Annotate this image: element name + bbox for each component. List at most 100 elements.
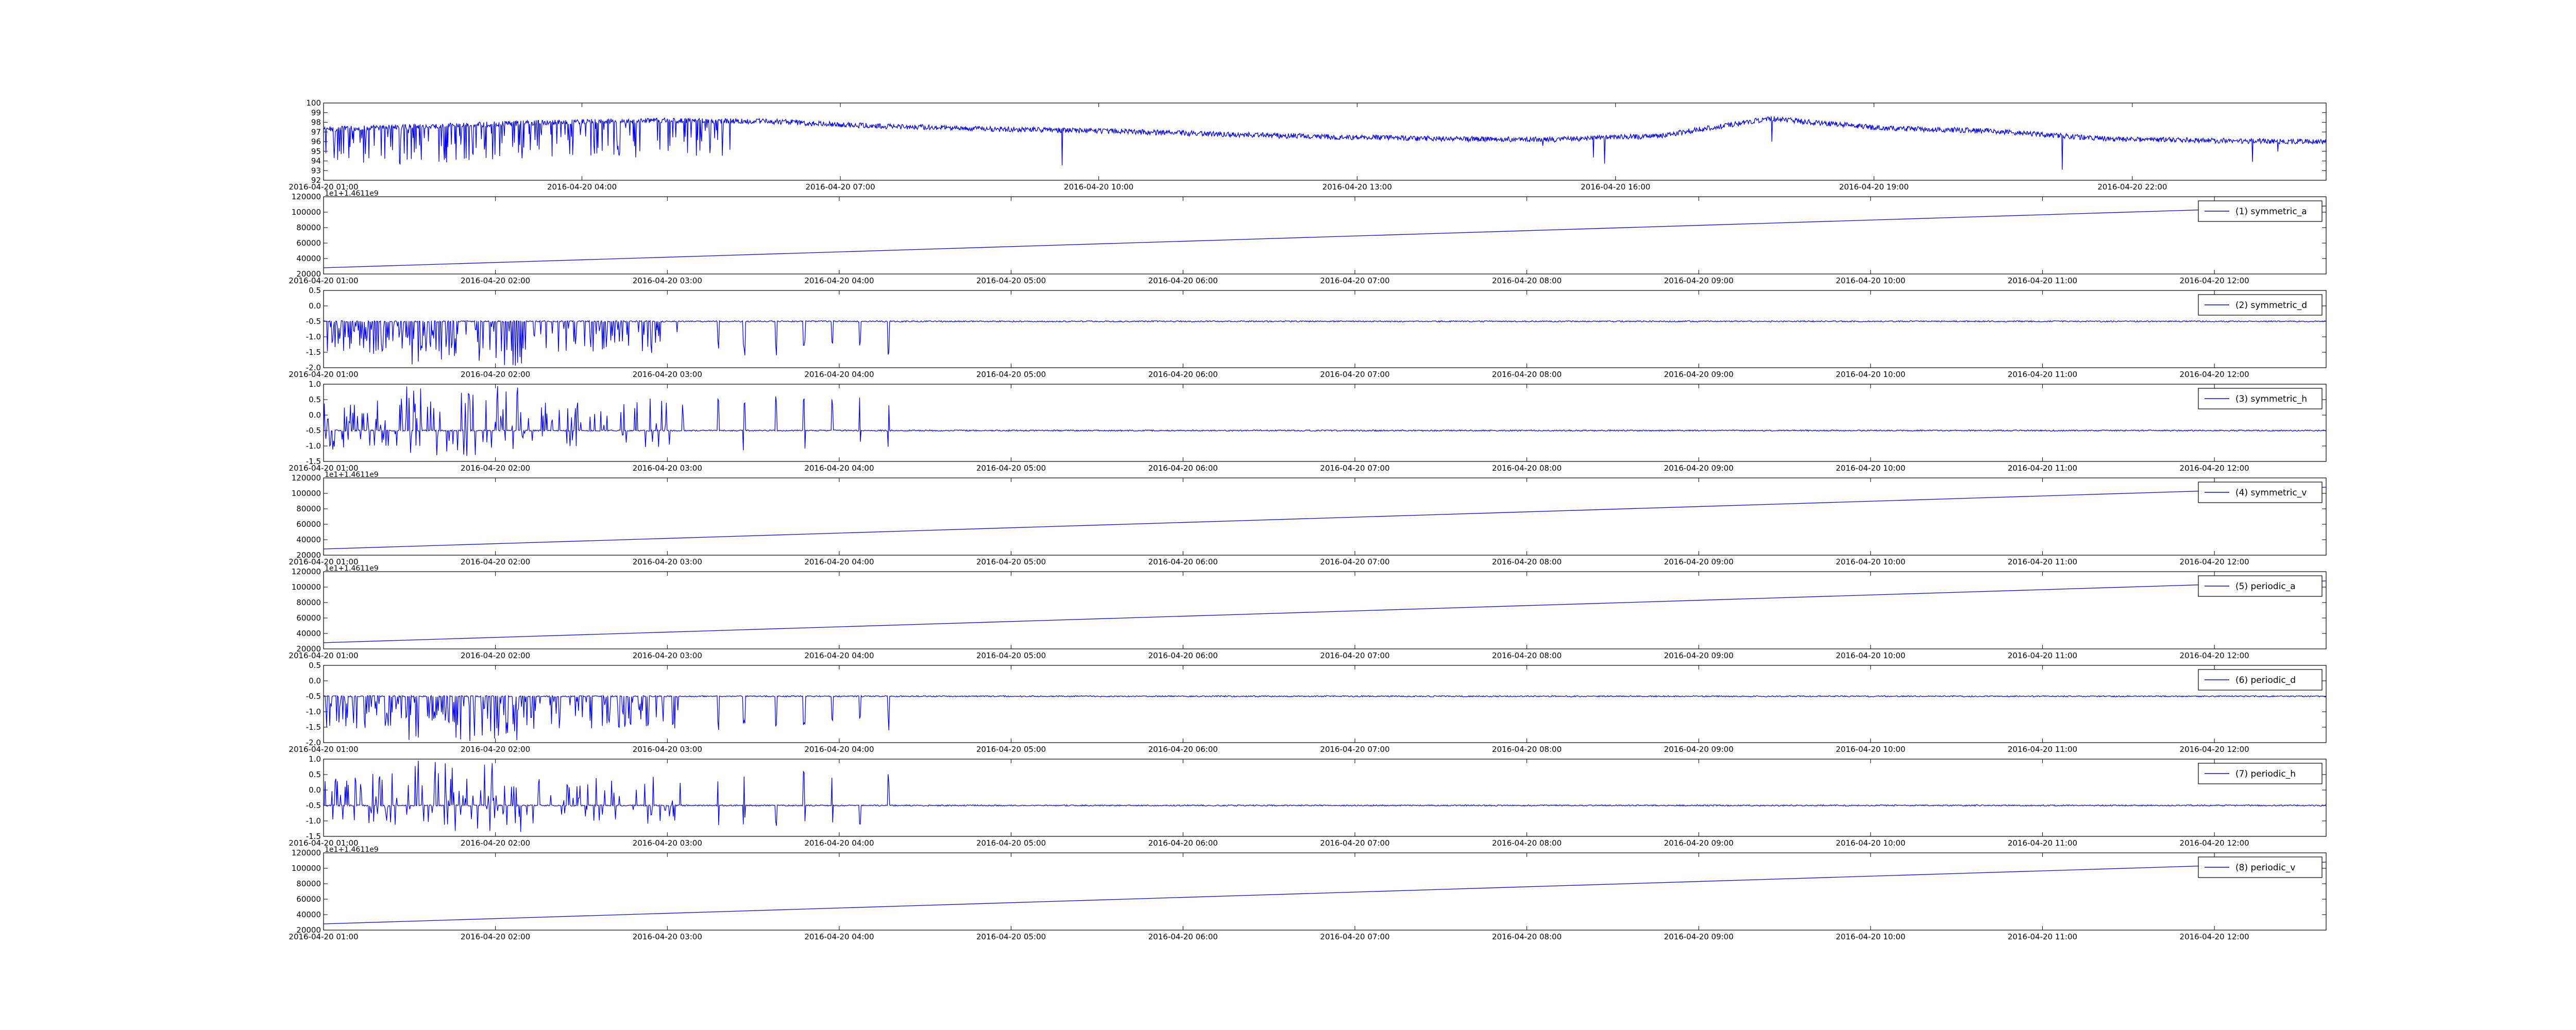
y-tick-label: 60000 — [296, 895, 321, 904]
chart-panel-8: -1.5-1.0-0.50.00.51.02016-04-20 01:00 201… — [289, 754, 2327, 848]
x-tick-label: 2016-04-20 09:00 — [1664, 557, 1734, 566]
y-tick-label: -1.0 — [306, 816, 321, 826]
y-tick-label: 1.0 — [309, 754, 321, 764]
y-tick-label: 98 — [311, 118, 321, 127]
chart-panel-7: -2.0-1.5-1.0-0.50.00.52016-04-20 01:00 20… — [289, 661, 2327, 754]
x-tick-label: 2016-04-20 12:00 — [2180, 370, 2249, 379]
x-tick-label: 2016-04-20 02:00 — [461, 370, 530, 379]
y-tick-label: 80000 — [296, 598, 321, 607]
x-tick-label: 2016-04-20 04:00 — [804, 932, 874, 941]
y-tick-label: 40000 — [296, 254, 321, 263]
x-tick-label: 2016-04-20 05:00 — [976, 557, 1046, 566]
legend-label: (2) symmetric_d — [2235, 300, 2307, 311]
x-tick-label: 2016-04-20 06:00 — [1148, 838, 1218, 848]
y-tick-label: -1.0 — [306, 332, 321, 341]
y-tick-label: -0.5 — [306, 692, 321, 701]
y-tick-label: 100 — [306, 98, 321, 108]
x-tick-label: 2016-04-20 03:00 — [633, 838, 702, 848]
y-tick-label: -1.5 — [306, 723, 321, 732]
chart-panel-2: 200004000060000800001000001200002016-04-… — [289, 190, 2327, 285]
plot-frame — [323, 852, 2327, 931]
y-tick-label: 97 — [311, 127, 321, 136]
x-tick-label: 2016-04-20 11:00 — [2008, 745, 2077, 754]
x-tick-label: 2016-04-20 07:00 — [1320, 932, 1389, 941]
x-tick-label: 2016-04-20 11:00 — [2008, 838, 2077, 848]
x-tick-label: 2016-04-20 08:00 — [1492, 370, 1562, 379]
x-tick-label: 2016-04-20 04:00 — [804, 370, 874, 379]
y-tick-label: 100000 — [292, 864, 321, 873]
y-tick-label: 0.0 — [309, 301, 321, 311]
x-tick-label: 2016-04-20 04:00 — [804, 651, 874, 660]
x-tick-label: 2016-04-20 08:00 — [1492, 745, 1562, 754]
y-tick-label: 93 — [311, 166, 321, 175]
y-tick-label: 80000 — [296, 504, 321, 513]
x-tick-label: 2016-04-20 07:00 — [1320, 651, 1389, 660]
y-tick-label: 40000 — [296, 910, 321, 919]
x-tick-label: 2016-04-20 07:00 — [1320, 838, 1389, 848]
x-tick-label: 2016-04-20 07:00 — [1320, 557, 1389, 566]
y-tick-label: 0.5 — [309, 286, 321, 295]
x-tick-label: 2016-04-20 06:00 — [1148, 651, 1218, 660]
y-tick-label: -0.5 — [306, 801, 321, 810]
y-tick-label: 40000 — [296, 629, 321, 638]
x-tick-label: 2016-04-20 05:00 — [976, 651, 1046, 660]
x-tick-label: 2016-04-20 04:00 — [804, 276, 874, 285]
x-tick-label: 2016-04-20 02:00 — [461, 464, 530, 473]
legend-label: (7) periodic_h — [2235, 769, 2296, 779]
y-tick-label: 60000 — [296, 238, 321, 248]
plot-frame — [323, 571, 2327, 649]
chart-panel-4: -1.5-1.0-0.50.00.51.02016-04-20 01:00 201… — [289, 380, 2327, 473]
axis-offset-label: 1e1+1.4611e9 — [325, 564, 379, 573]
x-tick-label: 2016-04-20 01:00 — [289, 745, 358, 754]
x-tick-label: 2016-04-20 08:00 — [1492, 838, 1562, 848]
legend: (7) periodic_h — [2198, 763, 2323, 784]
x-tick-label: 2016-04-20 06:00 — [1148, 370, 1218, 379]
y-tick-label: 0.5 — [309, 661, 321, 670]
legend: (5) periodic_a — [2198, 575, 2323, 597]
x-tick-label: 2016-04-20 05:00 — [976, 370, 1046, 379]
legend-label: (1) symmetric_a — [2235, 207, 2307, 217]
x-tick-label: 2016-04-20 09:00 — [1664, 932, 1734, 941]
x-tick-label: 2016-04-20 09:00 — [1664, 370, 1734, 379]
y-tick-label: 60000 — [296, 520, 321, 529]
x-tick-label: 2016-04-20 04:00 — [804, 557, 874, 566]
axis-offset-label: 1e1+1.4611e9 — [325, 846, 379, 854]
x-tick-label: 2016-04-20 06:00 — [1148, 745, 1218, 754]
x-tick-label: 2016-04-20 02:00 — [461, 838, 530, 848]
x-tick-label: 2016-04-20 05:00 — [976, 932, 1046, 941]
y-tick-label: 0.0 — [309, 785, 321, 795]
x-tick-label: 2016-04-20 06:00 — [1148, 557, 1218, 566]
y-tick-label: 120000 — [292, 848, 321, 857]
x-tick-label: 2016-04-20 10:00 — [1836, 838, 1905, 848]
chart-panel-6: 200004000060000800001000001200002016-04-… — [289, 564, 2327, 660]
x-tick-label: 2016-04-20 11:00 — [2008, 276, 2077, 285]
x-tick-label: 2016-04-20 11:00 — [2008, 464, 2077, 473]
y-tick-label: -1.0 — [306, 441, 321, 451]
y-tick-label: 99 — [311, 108, 321, 117]
plot-frame — [323, 384, 2327, 462]
legend-label: (6) periodic_d — [2235, 675, 2296, 685]
x-tick-label: 2016-04-20 01:00 — [289, 651, 358, 660]
x-tick-label: 2016-04-20 07:00 — [1320, 276, 1389, 285]
x-tick-label: 2016-04-20 12:00 — [2180, 932, 2249, 941]
x-tick-label: 2016-04-20 08:00 — [1492, 276, 1562, 285]
y-tick-label: -0.5 — [306, 317, 321, 326]
chart-panel-1: 92939495969798991002016-04-20 01:00 2016-… — [289, 98, 2327, 192]
x-tick-label: 2016-04-20 03:00 — [633, 651, 702, 660]
y-tick-label: 80000 — [296, 223, 321, 232]
x-tick-label: 2016-04-20 09:00 — [1664, 276, 1734, 285]
x-tick-label: 2016-04-20 04:00 — [804, 838, 874, 848]
x-tick-label: 2016-04-20 09:00 — [1664, 745, 1734, 754]
plot-frame — [323, 759, 2327, 837]
y-tick-label: 120000 — [292, 192, 321, 201]
y-tick-label: 0.5 — [309, 395, 321, 404]
y-tick-label: -0.5 — [306, 426, 321, 435]
y-tick-label: -1.5 — [306, 348, 321, 357]
x-tick-label: 2016-04-20 16:00 — [1581, 182, 1650, 192]
x-tick-label: 2016-04-20 10:00 — [1064, 182, 1133, 192]
x-tick-label: 2016-04-20 09:00 — [1664, 464, 1734, 473]
axis-offset-label: 1e1+1.4611e9 — [325, 471, 379, 479]
x-tick-label: 2016-04-20 22:00 — [2097, 182, 2167, 192]
chart-panel-9: 200004000060000800001000001200002016-04-… — [289, 846, 2327, 941]
x-tick-label: 2016-04-20 12:00 — [2180, 651, 2249, 660]
